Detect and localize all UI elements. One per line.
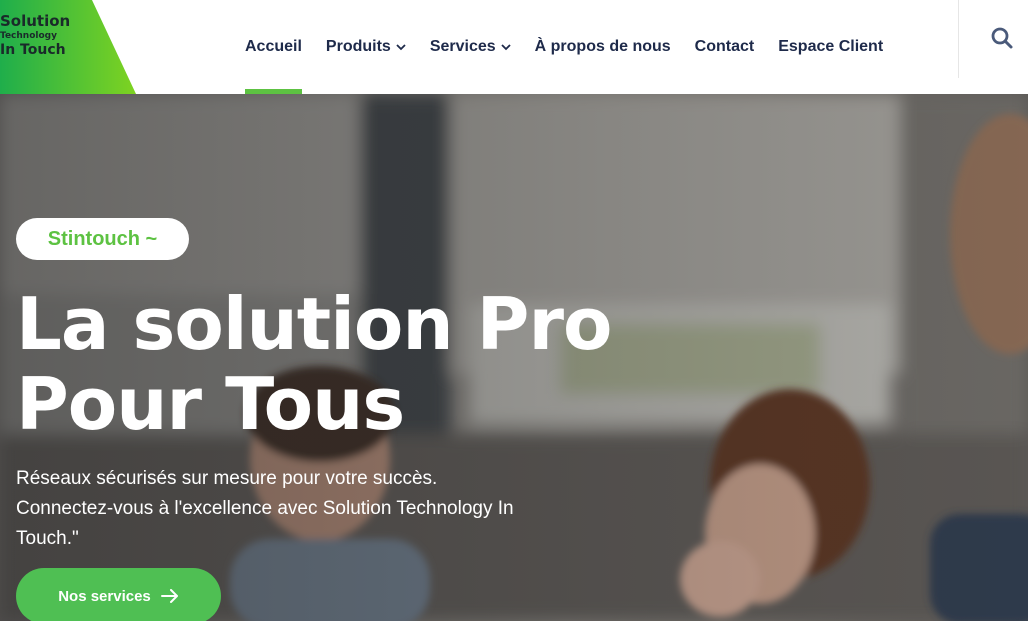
nav-item-label: Services	[429, 38, 496, 55]
nav-item-label: Accueil	[245, 38, 302, 55]
logo-line-2: Technology	[0, 31, 57, 41]
nav-item-label: Espace Client	[778, 38, 884, 55]
nav-item-accueil[interactable]: Accueil	[245, 0, 302, 94]
nav-item-espace-client[interactable]: Espace Client	[778, 0, 883, 94]
hero-section: Stintouch ~ La solution Pro Pour Tous Ré…	[0, 94, 1028, 621]
header-divider	[958, 0, 959, 78]
nav-item-services[interactable]: Services	[430, 0, 511, 94]
nav-item-contact[interactable]: Contact	[695, 0, 755, 94]
nav-item-label: Produits	[325, 38, 391, 55]
nav-item-label: Contact	[694, 38, 755, 55]
nos-services-button[interactable]: Nos services	[16, 568, 221, 621]
nav-item-produits[interactable]: Produits	[326, 0, 406, 94]
chevron-down-icon	[501, 42, 511, 54]
cta-label: Nos services	[58, 587, 151, 605]
chevron-down-icon	[396, 42, 406, 54]
logo-line-1: Solution	[0, 12, 71, 30]
logo-text: Solution Technology In Touch	[0, 12, 71, 58]
search-button[interactable]	[990, 26, 1018, 54]
hero-subtitle: Réseaux sécurisés sur mesure pour votre …	[16, 468, 514, 549]
hero-title: La solution Pro Pour Tous	[16, 282, 612, 446]
search-icon	[991, 27, 1013, 49]
main-nav: Accueil Produits Services À propos de no…	[245, 0, 883, 94]
logo[interactable]: Solution Technology In Touch	[0, 0, 136, 94]
logo-line-3: In Touch	[0, 42, 66, 58]
site-header: Solution Technology In Touch Accueil Pro…	[0, 0, 1028, 94]
arrow-right-icon	[160, 589, 179, 603]
nav-item-a-propos[interactable]: À propos de nous	[535, 0, 671, 94]
nav-item-label: À propos de nous	[534, 38, 671, 55]
hero-tag-badge: Stintouch ~	[16, 218, 189, 260]
